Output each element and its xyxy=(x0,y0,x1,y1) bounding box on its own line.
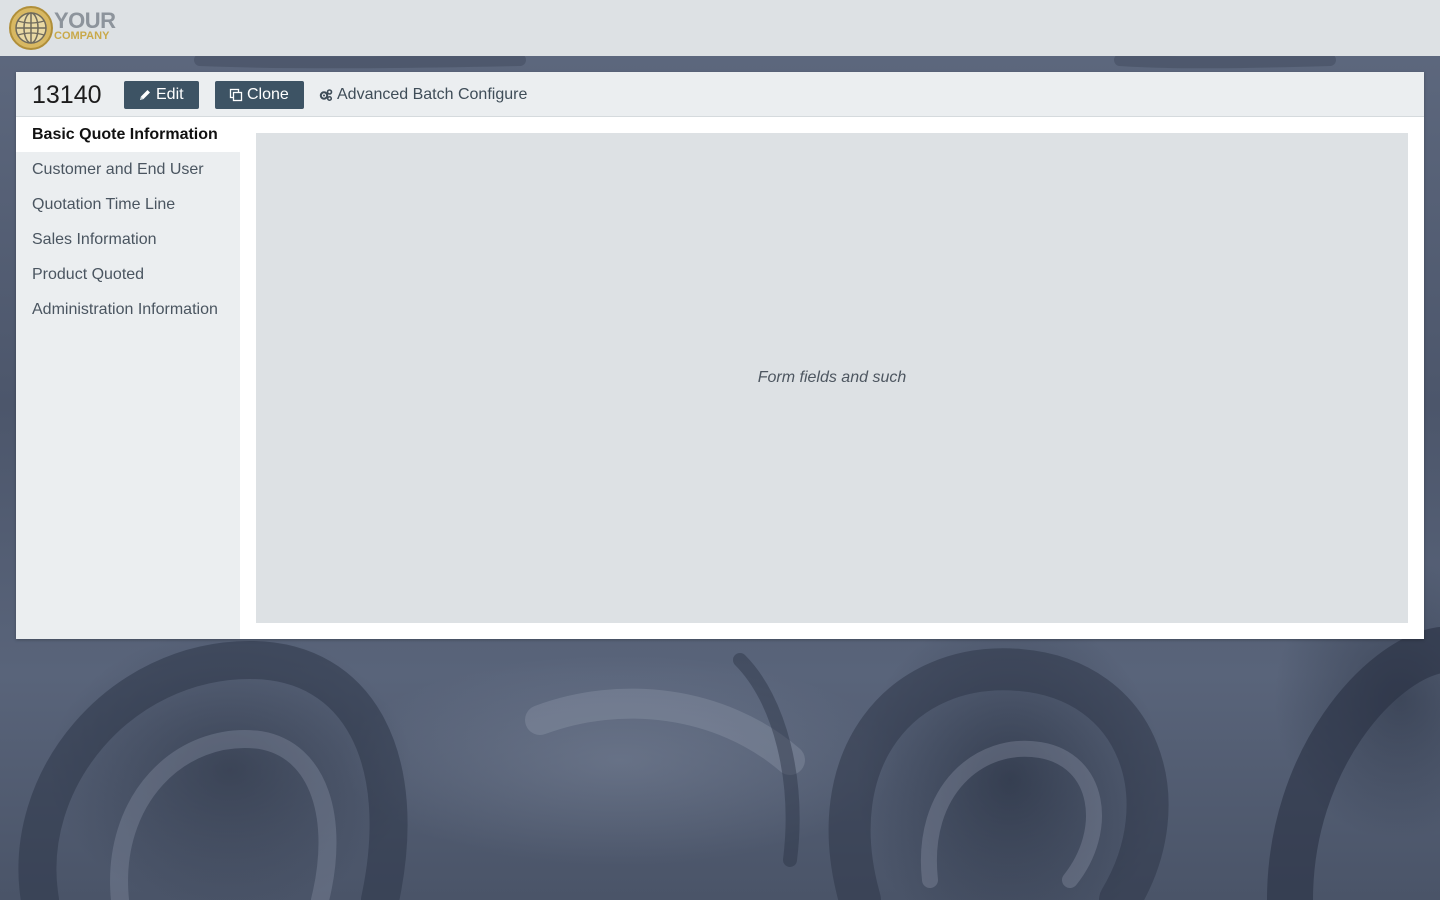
record-card: 13140 Edit Clone Advanced Batch Configur… xyxy=(16,72,1424,639)
logo-text-line2: COMPANY xyxy=(54,30,110,42)
top-bar: YOUR COMPANY xyxy=(0,0,1440,56)
nav-item-quotation-time-line[interactable]: Quotation Time Line xyxy=(16,187,240,222)
edit-button[interactable]: Edit xyxy=(124,81,199,109)
gears-icon xyxy=(319,88,333,102)
edit-button-label: Edit xyxy=(156,86,184,103)
form-placeholder-text: Form fields and such xyxy=(757,369,907,386)
clone-button[interactable]: Clone xyxy=(215,81,304,109)
section-nav: Basic Quote Information Customer and End… xyxy=(16,117,240,639)
nav-item-administration-information[interactable]: Administration Information xyxy=(16,292,240,327)
advanced-batch-configure-link[interactable]: Advanced Batch Configure xyxy=(319,85,527,105)
form-content-panel: Form fields and such xyxy=(256,133,1408,623)
nav-item-customer-and-end-user[interactable]: Customer and End User xyxy=(16,152,240,187)
record-id: 13140 xyxy=(32,81,102,109)
nav-item-product-quoted[interactable]: Product Quoted xyxy=(16,257,240,292)
pencil-icon xyxy=(138,88,152,102)
clone-button-label: Clone xyxy=(247,86,289,103)
record-header: 13140 Edit Clone Advanced Batch Configur… xyxy=(16,72,1424,117)
nav-item-sales-information[interactable]: Sales Information xyxy=(16,222,240,257)
nav-item-basic-quote-information[interactable]: Basic Quote Information xyxy=(16,117,240,152)
copy-icon xyxy=(229,88,243,102)
advanced-batch-configure-label: Advanced Batch Configure xyxy=(337,86,528,103)
globe-icon[interactable] xyxy=(8,5,54,51)
